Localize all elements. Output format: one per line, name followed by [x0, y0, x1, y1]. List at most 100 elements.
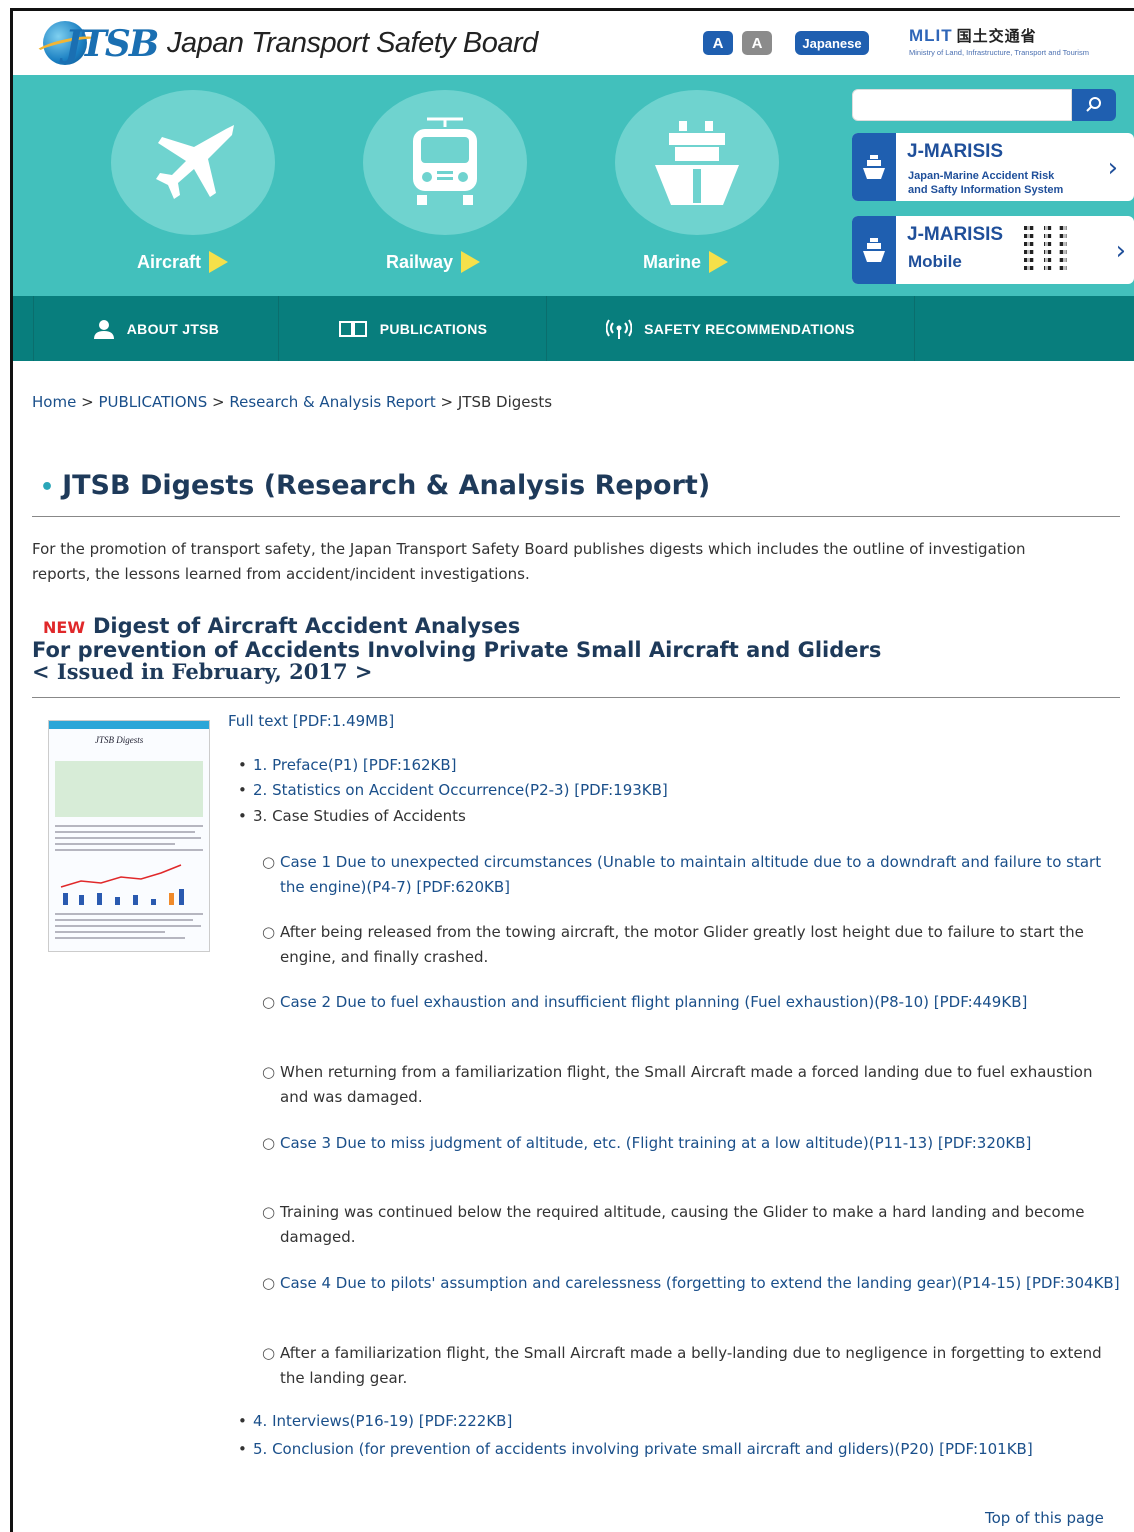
play-arrow-icon	[209, 251, 229, 273]
toc-preface-link[interactable]: 1. Preface(P1) [PDF:162KB]	[253, 756, 457, 774]
jtsb-logo-mark: JTSB	[34, 17, 159, 69]
marine-mode-tile[interactable]	[615, 90, 779, 235]
case-3-item[interactable]: ○ Case 3 Due to miss judgment of altitude…	[262, 1131, 1122, 1156]
broadcast-icon	[606, 318, 633, 339]
main-navigation: ABOUT JTSB PUBLICATIONS SAFETY RECOMMEND…	[13, 296, 1134, 361]
toc-case-studies-label: 3. Case Studies of Accidents	[253, 807, 466, 825]
case-2-item[interactable]: ○ Case 2 Due to fuel exhaustion and insuf…	[262, 990, 1122, 1015]
new-badge: NEW	[43, 618, 85, 637]
search-icon	[1086, 97, 1101, 112]
font-size-large-button[interactable]: A	[742, 31, 772, 55]
full-text-pdf-link[interactable]: Full text [PDF:1.49MB]	[228, 712, 394, 730]
site-header: JTSB Japan Transport Safety Board A A Ja…	[13, 11, 1134, 75]
aircraft-mode-tile[interactable]	[111, 90, 275, 235]
railway-label: Railway	[386, 251, 454, 272]
case-1-link[interactable]: Case 1 Due to unexpected circumstances (…	[262, 850, 1122, 900]
play-arrow-icon	[709, 251, 729, 273]
jtsb-logo[interactable]: JTSB Japan Transport Safety Board	[34, 17, 538, 69]
case-4-summary-text: After a familiarization flight, the Smal…	[280, 1344, 1102, 1387]
nav-safety-recommendations[interactable]: SAFETY RECOMMENDATIONS	[546, 296, 914, 361]
marine-label: Marine	[643, 251, 702, 272]
case-4-item[interactable]: ○ Case 4 Due to pilots' assumption and ca…	[262, 1271, 1122, 1296]
bullet-dot-icon: •	[40, 475, 55, 500]
case-2-summary: ○ When returning from a familiarization f…	[262, 1060, 1122, 1110]
book-icon	[338, 320, 367, 337]
digest-title-line2: For prevention of Accidents Involving Pr…	[32, 638, 882, 662]
intro-paragraph: For the promotion of transport safety, t…	[32, 540, 1026, 583]
j-marisis-mobile-title: J-MARISIS	[907, 224, 1004, 245]
case-4-link[interactable]: Case 4 Due to pilots' assumption and car…	[262, 1271, 1122, 1296]
mlit-logo[interactable]: MLIT 国土交通省 Ministry of Land, Infrastructu…	[909, 25, 1124, 65]
airplane-icon	[156, 124, 234, 199]
mlit-jp-text: 国土交通省	[956, 28, 1037, 45]
toc-item[interactable]: • 1. Preface(P1) [PDF:162KB]	[238, 756, 457, 774]
ship-small-icon	[863, 155, 885, 179]
toc-item: • 3. Case Studies of Accidents	[238, 807, 466, 825]
toc-item[interactable]: • 4. Interviews(P16-19) [PDF:222KB]	[238, 1412, 512, 1430]
case-2-link[interactable]: Case 2 Due to fuel exhaustion and insuff…	[262, 990, 1122, 1015]
breadcrumb-separator: >	[81, 393, 94, 411]
train-icon	[413, 117, 477, 205]
divider	[32, 516, 1120, 517]
chevron-right-icon: ›	[1115, 236, 1126, 266]
breadcrumb-research[interactable]: Research & Analysis Report	[229, 393, 435, 411]
breadcrumb-separator: >	[440, 393, 454, 411]
breadcrumb-publications[interactable]: PUBLICATIONS	[98, 393, 207, 411]
divider	[32, 697, 1120, 698]
case-3-summary: ○ Training was continued below the requir…	[262, 1200, 1122, 1250]
ship-small-icon	[863, 238, 885, 262]
case-2-summary-text: When returning from a familiarization fl…	[280, 1063, 1093, 1106]
aircraft-label: Aircraft	[137, 251, 202, 272]
j-marisis-mobile-label: Mobile	[908, 252, 962, 271]
railway-mode-tile[interactable]	[363, 90, 527, 235]
nav-empty-slot	[914, 296, 1133, 361]
j-marisis-mobile-banner[interactable]: J-MARISIS Mobile ›	[852, 216, 1134, 284]
search-button[interactable]	[1072, 89, 1116, 121]
breadcrumb-home[interactable]: Home	[32, 393, 76, 411]
j-marisis-banner[interactable]: J-MARISIS Japan-Marine Accident Risk and…	[852, 133, 1134, 201]
search-input[interactable]	[852, 89, 1072, 121]
digest-title-line1: Digest of Aircraft Accident Analyses	[92, 614, 521, 638]
japanese-language-button[interactable]: Japanese	[795, 31, 869, 55]
j-marisis-title: J-MARISIS	[907, 141, 1004, 162]
aircraft-link[interactable]: Aircraft	[137, 251, 229, 273]
nav-safety-label: SAFETY RECOMMENDATIONS	[644, 320, 855, 337]
ship-icon	[655, 120, 739, 205]
toc-item[interactable]: • 2. Statistics on Accident Occurrence(P2…	[238, 781, 668, 799]
mlit-subtitle: Ministry of Land, Infrastructure, Transp…	[909, 48, 1089, 57]
top-of-page-link[interactable]: Top of this page	[985, 1509, 1104, 1527]
railway-link[interactable]: Railway	[386, 251, 481, 273]
play-arrow-icon	[461, 251, 481, 273]
toc-item[interactable]: • 5. Conclusion (for prevention of accide…	[238, 1437, 1038, 1462]
case-1-summary-text: After being released from the towing air…	[280, 923, 1084, 966]
marine-link[interactable]: Marine	[643, 251, 729, 273]
nav-publications-label: PUBLICATIONS	[379, 320, 488, 337]
digest-heading: NEW Digest of Aircraft Accident Analyses …	[32, 615, 881, 683]
thumbnail-title: JTSB Digests	[95, 735, 144, 745]
toc-interviews-link[interactable]: 4. Interviews(P16-19) [PDF:222KB]	[253, 1412, 512, 1430]
j-marisis-subtitle-line2: and Safty Information System	[908, 184, 1064, 196]
breadcrumb: Home > PUBLICATIONS > Research & Analysi…	[32, 393, 552, 411]
digest-cover-thumbnail[interactable]: JTSB Digests	[48, 720, 210, 952]
thumbnail-chart	[60, 864, 184, 905]
toc-statistics-link[interactable]: 2. Statistics on Accident Occurrence(P2-…	[253, 781, 668, 799]
j-marisis-subtitle-line1: Japan-Marine Accident Risk	[908, 170, 1055, 182]
hero-banner: Aircraft Railway Marine J-MARISIS Japan-…	[13, 75, 1134, 296]
mlit-logo-text: MLIT	[909, 26, 953, 45]
breadcrumb-current: JTSB Digests	[457, 393, 553, 411]
case-4-summary: ○ After a familiarization flight, the Sma…	[262, 1341, 1122, 1391]
qr-code-icon	[1024, 226, 1074, 274]
toc-conclusion-link[interactable]: 5. Conclusion (for prevention of acciden…	[238, 1437, 1038, 1462]
page-title-text: JTSB Digests (Research & Analysis Report…	[62, 470, 711, 501]
logo-text: Japan Transport Safety Board	[167, 26, 538, 59]
case-1-summary: ○ After being released from the towing ai…	[262, 920, 1122, 970]
case-1-item[interactable]: ○ Case 1 Due to unexpected circumstances …	[262, 850, 1122, 900]
nav-about-label: ABOUT JTSB	[126, 320, 220, 337]
case-3-summary-text: Training was continued below the require…	[280, 1203, 1085, 1246]
font-size-small-button[interactable]: A	[703, 31, 733, 55]
nav-about-jtsb[interactable]: ABOUT JTSB	[33, 296, 278, 361]
nav-publications[interactable]: PUBLICATIONS	[278, 296, 546, 361]
case-3-link[interactable]: Case 3 Due to miss judgment of altitude,…	[262, 1131, 1122, 1156]
logo-letters: JTSB	[65, 23, 159, 65]
person-icon	[93, 319, 114, 339]
